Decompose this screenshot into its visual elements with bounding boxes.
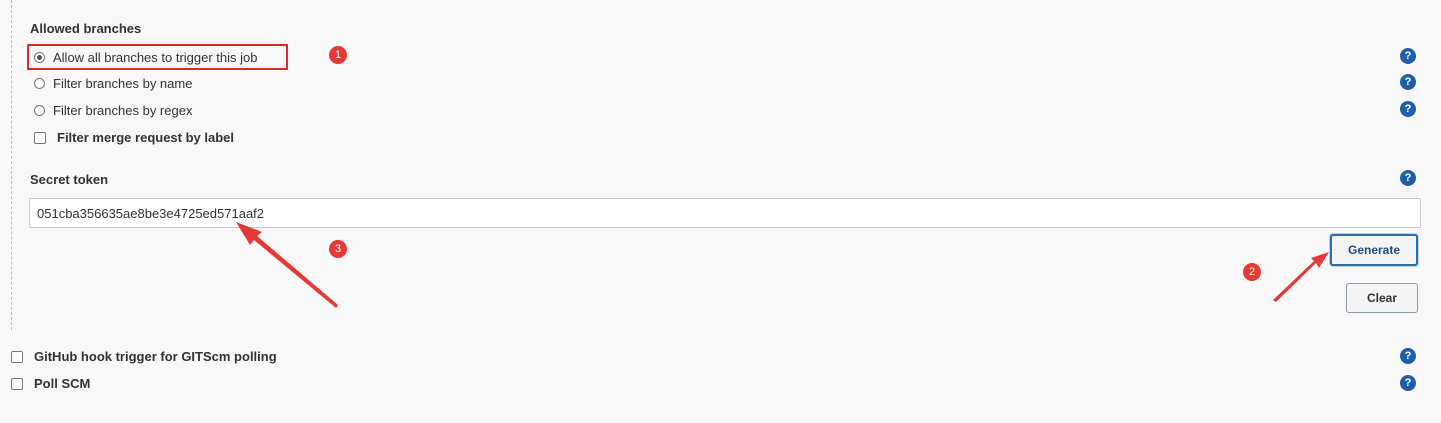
clear-button[interactable]: Clear bbox=[1346, 283, 1418, 313]
section-indent-line bbox=[11, 0, 12, 330]
arrow-shape bbox=[1273, 252, 1329, 302]
checkbox-github-hook-trigger[interactable]: GitHub hook trigger for GITScm polling bbox=[11, 349, 277, 364]
checkbox-label: GitHub hook trigger for GITScm polling bbox=[34, 349, 277, 364]
checkbox-poll-scm[interactable]: Poll SCM bbox=[11, 376, 90, 391]
radio-button[interactable] bbox=[34, 105, 45, 116]
radio-label: Filter branches by regex bbox=[53, 103, 193, 118]
generate-button[interactable]: Generate bbox=[1330, 234, 1418, 266]
help-icon-filter-name[interactable]: ? bbox=[1400, 74, 1416, 90]
checkbox[interactable] bbox=[34, 131, 46, 144]
secret-token-input[interactable] bbox=[29, 198, 1421, 228]
radio-button[interactable] bbox=[34, 78, 45, 89]
annotation-marker-2: 2 bbox=[1243, 263, 1261, 281]
help-icon-github-hook[interactable]: ? bbox=[1400, 348, 1416, 364]
trigger-settings-panel: Allowed branches Allow all branches to t… bbox=[0, 0, 1441, 423]
checkbox-filter-merge-by-label[interactable]: Filter merge request by label bbox=[34, 130, 234, 145]
allowed-branches-label: Allowed branches bbox=[30, 21, 142, 36]
help-icon-allow-all[interactable]: ? bbox=[1400, 48, 1416, 64]
radio-label: Filter branches by name bbox=[53, 76, 193, 91]
help-icon-filter-regex[interactable]: ? bbox=[1400, 101, 1416, 117]
annotation-arrow-to-token bbox=[236, 222, 338, 308]
help-icon-secret-token[interactable]: ? bbox=[1400, 170, 1416, 186]
annotation-marker-1: 1 bbox=[329, 46, 347, 64]
checkbox[interactable] bbox=[11, 350, 23, 363]
help-icon-poll-scm[interactable]: ? bbox=[1400, 375, 1416, 391]
checkbox-label: Poll SCM bbox=[34, 376, 91, 391]
radio-filter-by-regex[interactable]: Filter branches by regex bbox=[34, 103, 192, 118]
annotation-marker-3: 3 bbox=[329, 240, 347, 258]
radio-filter-by-name[interactable]: Filter branches by name bbox=[34, 76, 192, 91]
arrow-shape bbox=[236, 222, 338, 308]
annotation-arrow-to-generate bbox=[1273, 252, 1329, 302]
checkbox-label: Filter merge request by label bbox=[57, 130, 235, 145]
secret-token-label: Secret token bbox=[30, 172, 109, 187]
annotation-highlight-box bbox=[27, 44, 288, 70]
checkbox[interactable] bbox=[11, 377, 23, 390]
